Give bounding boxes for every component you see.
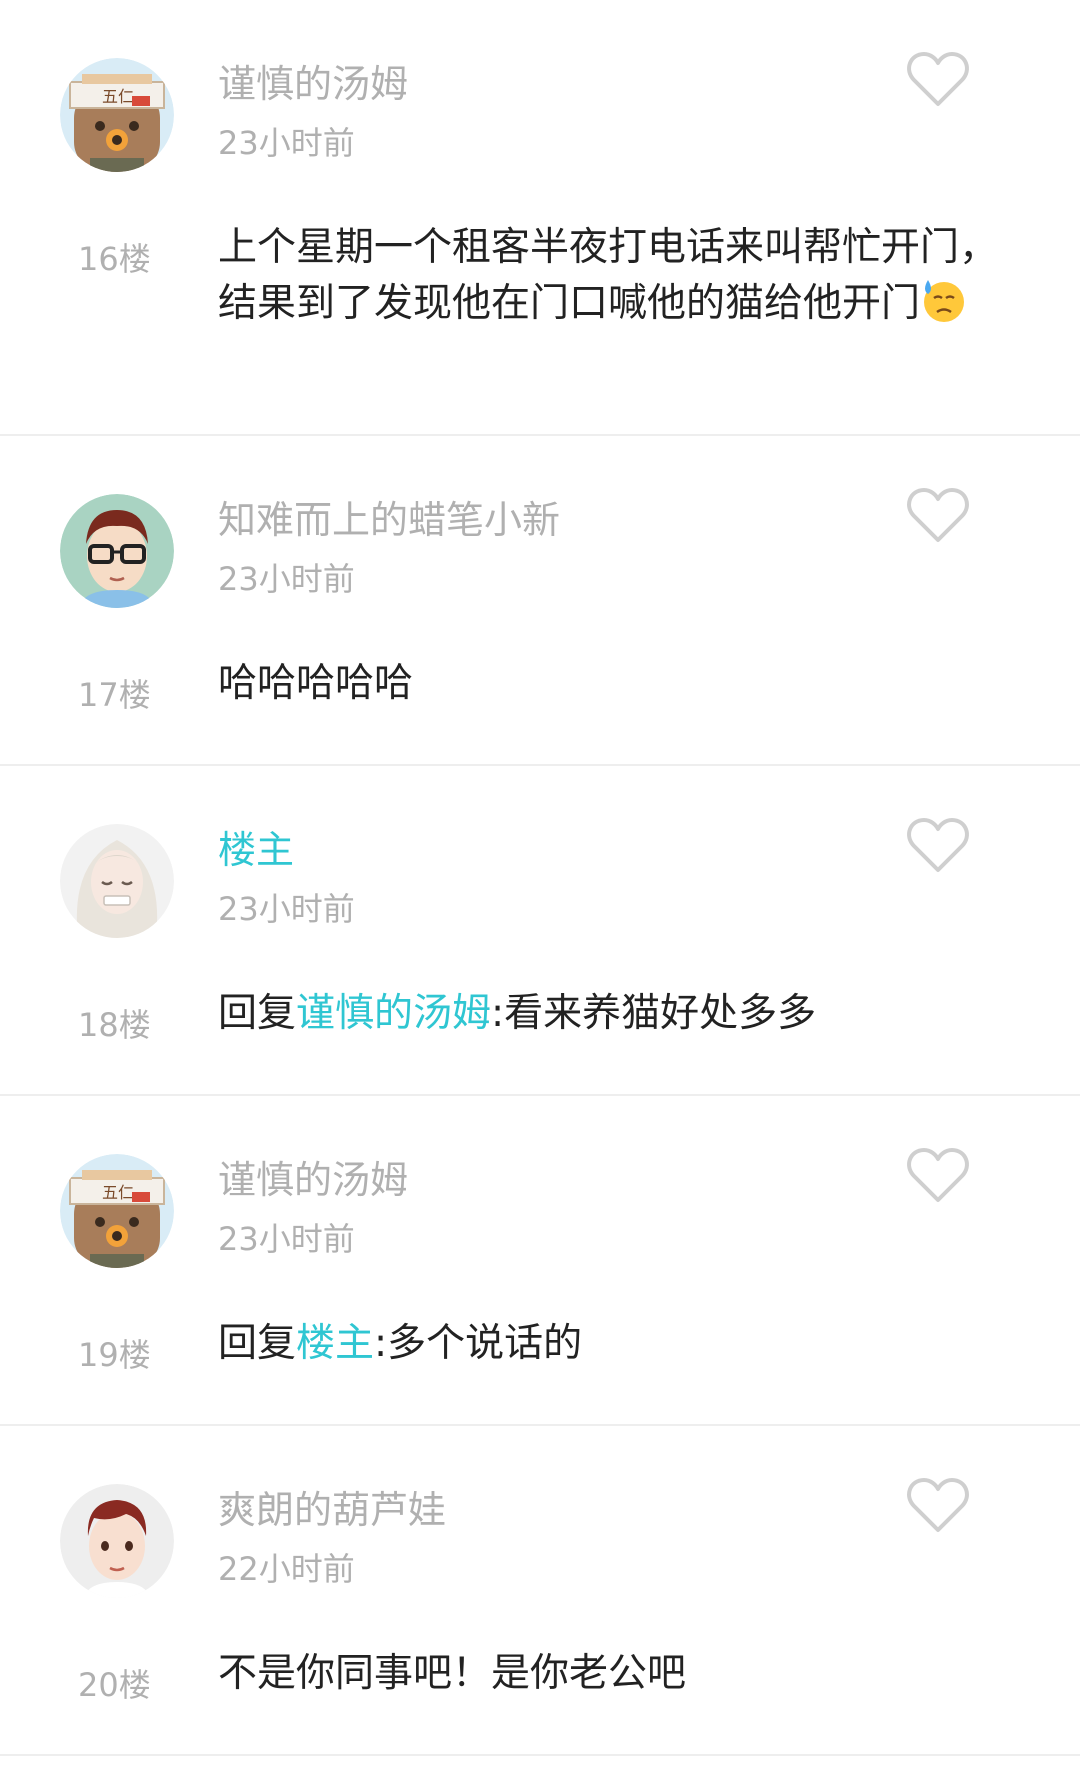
floor-number: 20楼 xyxy=(78,1666,151,1704)
username[interactable]: 谨慎的汤姆 xyxy=(218,1158,408,1204)
sweat-emoji-icon xyxy=(920,276,968,324)
comment-body: 哈哈哈哈哈 xyxy=(218,661,414,706)
svg-text:五仁: 五仁 xyxy=(102,87,134,106)
avatar[interactable] xyxy=(60,1484,174,1598)
username[interactable]: 楼主 xyxy=(218,828,294,874)
avatar[interactable]: 五仁 xyxy=(60,58,174,172)
username[interactable]: 知难而上的蜡笔小新 xyxy=(218,498,560,544)
avatar[interactable] xyxy=(60,824,174,938)
comment-text: 回复楼主:多个说话的 xyxy=(218,1316,1018,1372)
comment-item: 爽朗的葫芦娃 22小时前 20楼 不是你同事吧！是你老公吧 xyxy=(0,1426,1080,1756)
heart-outline-icon[interactable] xyxy=(906,486,970,546)
reply-mention-link[interactable]: 楼主 xyxy=(296,1321,374,1366)
username[interactable]: 谨慎的汤姆 xyxy=(218,62,408,108)
boy-avatar-icon xyxy=(60,1484,174,1598)
bear-avatar-icon: 五仁 xyxy=(60,1154,174,1268)
comment-item: 五仁 谨慎的汤姆 23小时前 19楼 回复楼主:多个说话的 xyxy=(0,1096,1080,1426)
comment-text: 回复谨慎的汤姆:看来养猫好处多多 xyxy=(218,986,1018,1042)
reply-mention-link[interactable]: 谨慎的汤姆 xyxy=(296,991,491,1036)
timestamp: 22小时前 xyxy=(218,1550,355,1588)
comment-text: 哈哈哈哈哈 xyxy=(218,656,1018,712)
floor-number: 18楼 xyxy=(78,1006,151,1044)
comment-item: 楼主 23小时前 18楼 回复谨慎的汤姆:看来养猫好处多多 xyxy=(0,766,1080,1096)
comment-text: 不是你同事吧！是你老公吧 xyxy=(218,1646,1018,1702)
comment-body: 上个星期一个租客半夜打电话来叫帮忙开门，结果到了发现他在门口喊他的猫给他开门 xyxy=(218,225,999,326)
reply-prefix: 回复 xyxy=(218,991,297,1036)
avatar[interactable]: 五仁 xyxy=(60,1154,174,1268)
glasses-boy-avatar-icon xyxy=(60,494,174,608)
floor-number: 16楼 xyxy=(78,240,151,278)
comment-text: 上个星期一个租客半夜打电话来叫帮忙开门，结果到了发现他在门口喊他的猫给他开门 xyxy=(218,220,1018,332)
timestamp: 23小时前 xyxy=(218,560,355,598)
reply-prefix: 回复 xyxy=(218,1321,297,1366)
heart-outline-icon[interactable] xyxy=(906,816,970,876)
comment-item: 五仁 谨慎的汤姆 23小时前 16楼 上个星期一个租客半夜打电话来叫帮忙开门，结… xyxy=(0,0,1080,436)
comment-body: :多个说话的 xyxy=(374,1321,583,1366)
svg-text:五仁: 五仁 xyxy=(102,1183,134,1202)
heart-outline-icon[interactable] xyxy=(906,1476,970,1536)
avatar[interactable] xyxy=(60,494,174,608)
floor-number: 19楼 xyxy=(78,1336,151,1374)
comment-item: 知难而上的蜡笔小新 23小时前 17楼 哈哈哈哈哈 xyxy=(0,436,1080,766)
comment-list: 五仁 谨慎的汤姆 23小时前 16楼 上个星期一个租客半夜打电话来叫帮忙开门，结… xyxy=(0,0,1080,1756)
heart-outline-icon[interactable] xyxy=(906,50,970,110)
comment-body: 不是你同事吧！是你老公吧 xyxy=(218,1651,687,1696)
heart-outline-icon[interactable] xyxy=(906,1146,970,1206)
bear-avatar-icon: 五仁 xyxy=(60,58,174,172)
timestamp: 23小时前 xyxy=(218,890,355,928)
white-hair-girl-avatar-icon xyxy=(60,824,174,938)
username[interactable]: 爽朗的葫芦娃 xyxy=(218,1488,446,1534)
timestamp: 23小时前 xyxy=(218,124,355,162)
comment-body: :看来养猫好处多多 xyxy=(491,991,817,1036)
floor-number: 17楼 xyxy=(78,676,151,714)
timestamp: 23小时前 xyxy=(218,1220,355,1258)
